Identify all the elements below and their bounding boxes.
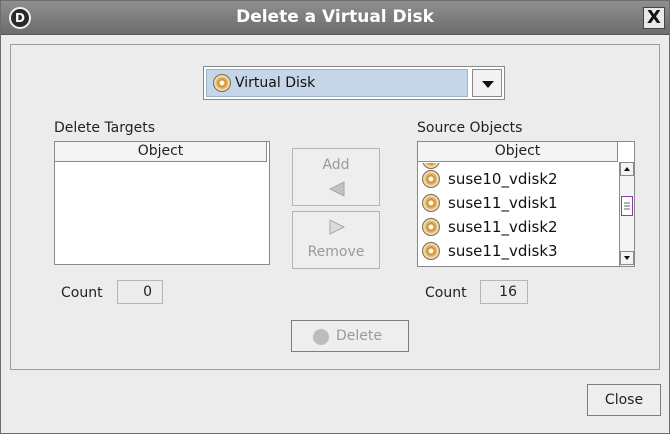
virtual-disk-icon — [422, 218, 440, 236]
arrow-left-icon — [328, 181, 345, 197]
chevron-down-icon — [482, 81, 494, 88]
dropdown-selected-value: Virtual Disk — [235, 75, 316, 91]
delete-targets-label: Delete Targets — [54, 120, 156, 136]
source-objects-count-label: Count — [425, 285, 467, 301]
scroll-down-button[interactable] — [620, 251, 634, 265]
add-button-label: Add — [322, 157, 350, 173]
window-title: Delete a Virtual Disk — [236, 7, 434, 27]
source-objects-scrollbar[interactable] — [619, 162, 634, 266]
list-item-name: suse10_vdisk2 — [448, 170, 558, 188]
add-button[interactable]: Add — [292, 148, 380, 206]
dropdown-selection: Virtual Disk — [206, 69, 468, 97]
object-type-dropdown[interactable]: Virtual Disk — [203, 66, 505, 100]
close-button[interactable]: Close — [587, 384, 661, 416]
delete-targets-column-header[interactable]: Object — [55, 142, 267, 162]
virtual-disk-icon — [422, 242, 440, 260]
virtual-disk-icon — [213, 74, 231, 92]
virtual-disk-icon — [422, 170, 440, 188]
scrollbar-thumb[interactable] — [621, 196, 633, 216]
scroll-up-button[interactable] — [620, 162, 634, 176]
virtual-disk-icon — [422, 163, 440, 169]
delete-targets-count-label: Count — [61, 285, 103, 301]
source-objects-count: 16 — [480, 280, 528, 304]
delete-button[interactable]: Delete — [291, 320, 409, 352]
delete-virtual-disk-dialog: D Delete a Virtual Disk X Virtual Disk D… — [0, 0, 670, 434]
source-objects-column-header[interactable]: Object — [418, 142, 618, 162]
source-objects-list[interactable]: Object suse10_vdisk2 suse11_vdisk1 suse1… — [417, 141, 635, 267]
grip-icon — [624, 202, 630, 210]
delete-targets-list[interactable]: Object — [54, 141, 270, 265]
delete-icon — [313, 329, 329, 345]
virtual-disk-icon — [422, 194, 440, 212]
list-item-name: suse11_vdisk2 — [448, 218, 558, 236]
remove-button[interactable]: Remove — [292, 211, 380, 269]
triangle-up-icon — [624, 167, 630, 171]
arrow-right-icon — [329, 219, 346, 235]
list-item-name: suse11_vdisk3 — [448, 242, 558, 260]
delete-button-label: Delete — [336, 328, 382, 344]
window-close-button[interactable]: X — [643, 7, 665, 29]
content-panel: Virtual Disk Delete Targets Object Count… — [10, 44, 660, 370]
title-bar: D Delete a Virtual Disk X — [1, 1, 669, 35]
source-objects-label: Source Objects — [417, 120, 523, 136]
delete-targets-count: 0 — [117, 280, 163, 304]
dropdown-arrow-button[interactable] — [472, 69, 502, 97]
triangle-down-icon — [624, 256, 630, 260]
source-objects-viewport: suse10_vdisk2 suse11_vdisk1 suse11_vdisk… — [418, 163, 619, 266]
remove-button-label: Remove — [307, 244, 365, 260]
list-item-name: suse11_vdisk1 — [448, 194, 558, 212]
